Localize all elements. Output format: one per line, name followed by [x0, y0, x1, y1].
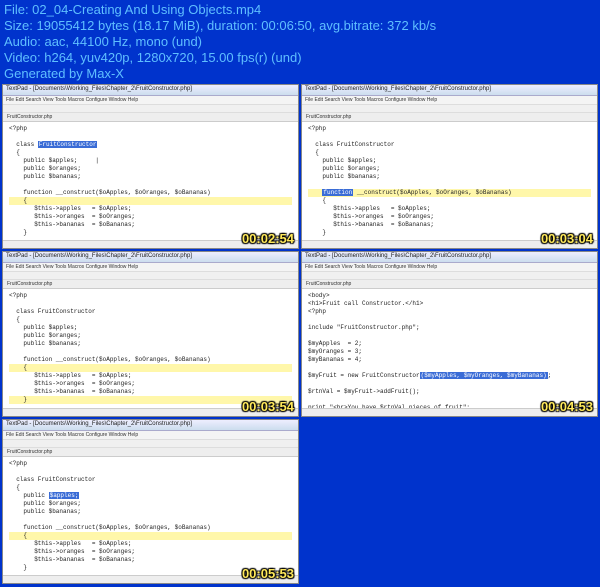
code-area[interactable]: <?php class FruitConstructor { public $a…	[3, 457, 298, 575]
size-line: Size: 19055412 bytes (18.17 MiB), durati…	[4, 18, 596, 34]
timestamp-overlay: 00:05:53	[242, 566, 294, 581]
window-titlebar: TextPad - [Documents\Working_Files\Chapt…	[3, 85, 298, 96]
frame-3: TextPad - [Documents\Working_Files\Chapt…	[2, 251, 299, 416]
editor-window: TextPad - [Documents\Working_Files\Chapt…	[2, 419, 299, 584]
tab-bar[interactable]: FruitConstructor.php	[302, 280, 597, 289]
editor-window: TextPad - [Documents\Working_Files\Chapt…	[2, 251, 299, 416]
toolbar[interactable]	[302, 105, 597, 113]
menu-bar[interactable]: File Edit Search View Tools Macros Confi…	[3, 263, 298, 272]
toolbar[interactable]	[3, 105, 298, 113]
timestamp-overlay: 00:03:54	[242, 399, 294, 414]
frame-2: TextPad - [Documents\Working_Files\Chapt…	[301, 84, 598, 249]
timestamp-overlay: 00:03:04	[541, 231, 593, 246]
toolbar[interactable]	[3, 272, 298, 280]
frame-4: TextPad - [Documents\Working_Files\Chapt…	[301, 251, 598, 416]
timestamp-overlay: 00:02:54	[242, 231, 294, 246]
code-area[interactable]: <?php class FruitConstructor { public $a…	[302, 122, 597, 240]
tab-bar[interactable]: FruitConstructor.php	[3, 448, 298, 457]
frame-1: TextPad - [Documents\Working_Files\Chapt…	[2, 84, 299, 249]
generator-line: Generated by Max-X	[4, 66, 596, 82]
frame-empty	[301, 419, 598, 584]
toolbar[interactable]	[3, 440, 298, 448]
media-info-header: File: 02_04-Creating And Using Objects.m…	[0, 0, 600, 84]
code-area[interactable]: <body> <h1>Fruit call Constructor.</h1> …	[302, 289, 597, 407]
window-titlebar: TextPad - [Documents\Working_Files\Chapt…	[3, 420, 298, 431]
thumbnail-grid: TextPad - [Documents\Working_Files\Chapt…	[0, 84, 600, 586]
menu-bar[interactable]: File Edit Search View Tools Macros Confi…	[302, 96, 597, 105]
toolbar[interactable]	[302, 272, 597, 280]
editor-window: TextPad - [Documents\Working_Files\Chapt…	[2, 84, 299, 249]
editor-window: TextPad - [Documents\Working_Files\Chapt…	[301, 84, 598, 249]
timestamp-overlay: 00:04:53	[541, 399, 593, 414]
editor-window: TextPad - [Documents\Working_Files\Chapt…	[301, 251, 598, 416]
window-titlebar: TextPad - [Documents\Working_Files\Chapt…	[3, 252, 298, 263]
tab-bar[interactable]: FruitConstructor.php	[3, 280, 298, 289]
video-line: Video: h264, yuv420p, 1280x720, 15.00 fp…	[4, 50, 596, 66]
tab-bar[interactable]: FruitConstructor.php	[3, 113, 298, 122]
audio-line: Audio: aac, 44100 Hz, mono (und)	[4, 34, 596, 50]
code-area[interactable]: <?php class FruitConstructor { public $a…	[3, 289, 298, 407]
menu-bar[interactable]: File Edit Search View Tools Macros Confi…	[3, 96, 298, 105]
file-line: File: 02_04-Creating And Using Objects.m…	[4, 2, 596, 18]
window-titlebar: TextPad - [Documents\Working_Files\Chapt…	[302, 85, 597, 96]
code-area[interactable]: <?php class FruitConstructor { public $a…	[3, 122, 298, 240]
menu-bar[interactable]: File Edit Search View Tools Macros Confi…	[302, 263, 597, 272]
window-titlebar: TextPad - [Documents\Working_Files\Chapt…	[302, 252, 597, 263]
frame-5: TextPad - [Documents\Working_Files\Chapt…	[2, 419, 299, 584]
menu-bar[interactable]: File Edit Search View Tools Macros Confi…	[3, 431, 298, 440]
tab-bar[interactable]: FruitConstructor.php	[302, 113, 597, 122]
